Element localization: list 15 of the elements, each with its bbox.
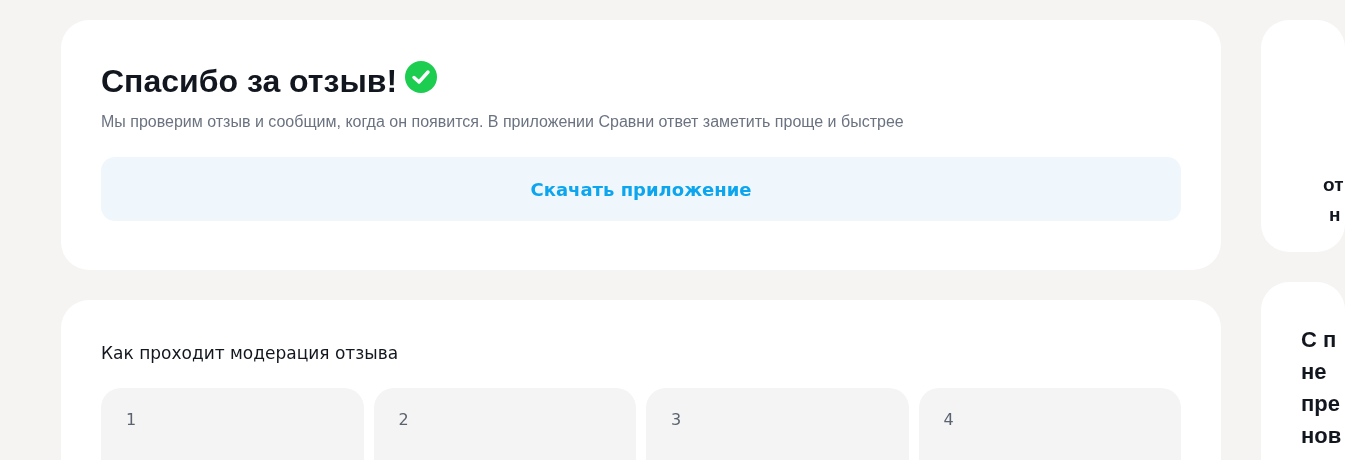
message-text: Мы проверим отзыв и сообщим, когда он появится. В приложении Сравни ответ заметить проще и быстрее xyxy=(101,112,905,132)
side-text-fragment: от xyxy=(1323,173,1345,197)
step-number: 2 xyxy=(398,410,409,429)
section-title: Как проходит модерация отзыва xyxy=(101,342,400,365)
side-text-fragment: нов xyxy=(1301,422,1343,450)
step-number: 1 xyxy=(126,410,137,429)
step-number: 3 xyxy=(671,410,682,429)
side-text-fragment: н xyxy=(1328,203,1342,227)
checkmark-icon xyxy=(405,61,438,93)
side-text-fragment: С п xyxy=(1301,326,1338,354)
download-app-button[interactable]: Скачать приложение xyxy=(101,157,1181,221)
side-text-fragment: не xyxy=(1301,358,1328,386)
card-title: Спасибо за отзыв! xyxy=(101,62,398,101)
step-number: 4 xyxy=(943,410,954,429)
side-text-fragment: пре xyxy=(1301,390,1341,418)
